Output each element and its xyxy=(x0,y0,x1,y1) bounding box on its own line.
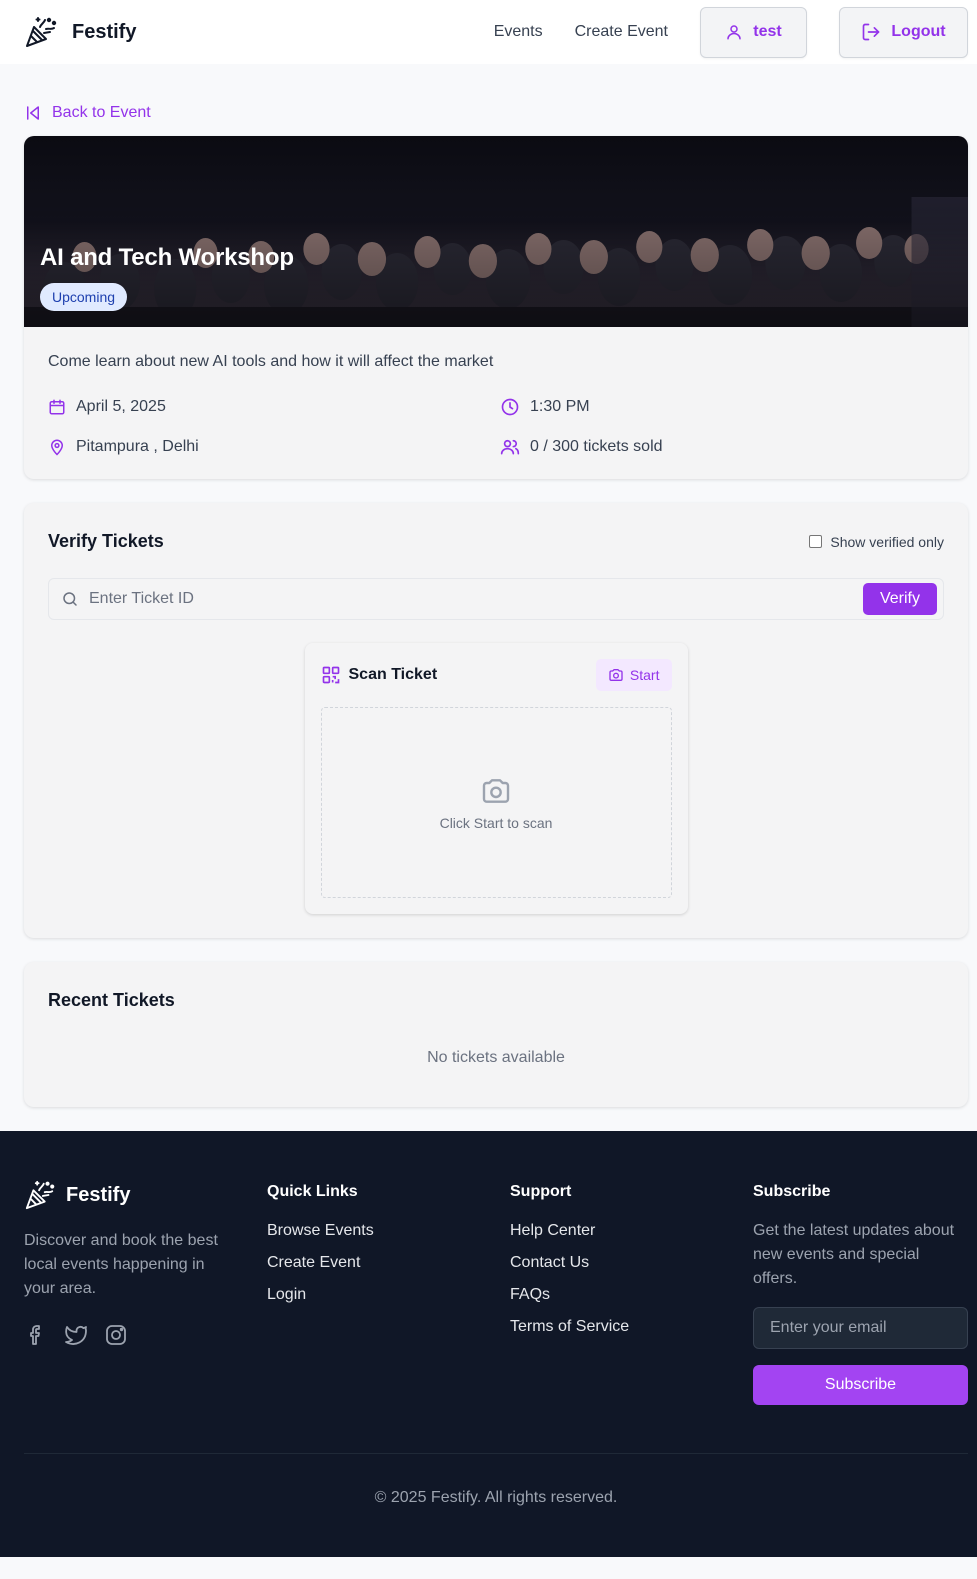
back-to-event-label: Back to Event xyxy=(52,104,151,121)
site-footer: Festify Discover and book the best local… xyxy=(0,1131,977,1557)
search-icon xyxy=(61,590,79,608)
event-time: 1:30 PM xyxy=(500,397,944,417)
event-info: Come learn about new AI tools and how it… xyxy=(24,327,968,479)
event-location: Pitampura , Delhi xyxy=(48,437,500,457)
logout-button[interactable]: Logout xyxy=(839,6,968,58)
party-popper-icon xyxy=(24,1179,56,1211)
event-tickets-sold: 0 / 300 tickets sold xyxy=(500,437,944,457)
camera-preview-area: Click Start to scan xyxy=(320,707,672,898)
footer-link-login[interactable]: Login xyxy=(267,1283,510,1307)
event-description: Come learn about new AI tools and how it… xyxy=(48,353,494,370)
ticket-id-search: Enter Ticket ID Verify xyxy=(48,578,944,620)
footer-link-help-center[interactable]: Help Center xyxy=(510,1219,753,1243)
event-details-card: AI and Tech Workshop Upcoming Come learn… xyxy=(24,136,968,479)
instagram-icon[interactable] xyxy=(104,1323,128,1347)
twitter-icon[interactable] xyxy=(64,1323,88,1347)
quick-links-list: Browse Events Create Event Login xyxy=(267,1219,510,1307)
users-icon xyxy=(500,437,520,457)
top-nav-bar: Festify Events Create Event test Logout xyxy=(0,0,977,64)
brand-name: Festify xyxy=(72,20,137,43)
recent-tickets-title: Recent Tickets xyxy=(48,990,175,1010)
verify-tickets-section: Verify Tickets Show verified only Enter … xyxy=(24,503,968,938)
nav-link-events[interactable]: Events xyxy=(494,23,543,41)
party-popper-icon xyxy=(24,15,58,49)
subscribe-description: Get the latest updates about new events … xyxy=(753,1222,955,1287)
event-date-text: April 5, 2025 xyxy=(76,398,166,415)
scan-ticket-header: Scan Ticket Start xyxy=(321,659,672,691)
scan-ticket-title: Scan Ticket xyxy=(348,666,438,683)
user-profile-button[interactable]: test xyxy=(700,6,807,58)
social-links xyxy=(24,1323,267,1347)
footer-link-create-event[interactable]: Create Event xyxy=(267,1251,510,1275)
start-scan-button[interactable]: Start xyxy=(595,659,672,691)
main-content: Back to Event AI and Tech Workshop Upcom… xyxy=(0,64,977,1107)
ticket-id-input[interactable]: Enter Ticket ID xyxy=(89,590,863,608)
quick-links-title: Quick Links xyxy=(267,1183,358,1200)
footer-columns: Festify Discover and book the best local… xyxy=(24,1179,968,1405)
footer-support: Support Help Center Contact Us FAQs Term… xyxy=(510,1179,753,1405)
facebook-icon[interactable] xyxy=(24,1323,48,1347)
event-date: April 5, 2025 xyxy=(48,397,500,417)
support-links-list: Help Center Contact Us FAQs Terms of Ser… xyxy=(510,1219,753,1339)
footer-about: Festify Discover and book the best local… xyxy=(24,1179,267,1405)
event-hero-image: AI and Tech Workshop Upcoming xyxy=(24,136,968,327)
nav-link-create-event[interactable]: Create Event xyxy=(575,23,668,41)
main-nav: Events Create Event test Logout xyxy=(494,6,968,58)
footer-link-terms-of-service[interactable]: Terms of Service xyxy=(510,1315,753,1339)
logout-icon xyxy=(861,22,881,42)
user-icon xyxy=(725,23,743,41)
event-title: AI and Tech Workshop xyxy=(40,244,294,271)
scan-ticket-card: Scan Ticket Start Click Start to scan xyxy=(304,643,688,914)
subscribe-button[interactable]: Subscribe xyxy=(753,1365,968,1405)
user-name-label: test xyxy=(753,23,782,40)
footer-brand-name: Festify xyxy=(66,1183,131,1206)
event-tickets-text: 0 / 300 tickets sold xyxy=(530,438,663,455)
footer-description: Discover and book the best local events … xyxy=(24,1232,218,1297)
logout-label: Logout xyxy=(891,23,946,40)
hero-overlay xyxy=(24,136,968,327)
footer-brand: Festify xyxy=(24,1179,267,1211)
footer-link-faqs[interactable]: FAQs xyxy=(510,1283,753,1307)
event-location-text: Pitampura , Delhi xyxy=(76,438,199,455)
show-verified-only-checkbox[interactable] xyxy=(809,535,823,548)
qr-code-icon xyxy=(321,665,341,685)
verify-button[interactable]: Verify xyxy=(863,583,937,615)
start-scan-label: Start xyxy=(629,667,660,683)
scan-hint-text: Click Start to scan xyxy=(439,814,553,831)
map-pin-icon xyxy=(48,438,66,456)
camera-icon xyxy=(608,667,624,683)
recent-tickets-empty-state: No tickets available xyxy=(427,1049,565,1066)
footer-quick-links: Quick Links Browse Events Create Event L… xyxy=(267,1179,510,1405)
calendar-icon xyxy=(48,398,66,416)
event-meta-grid: April 5, 2025 1:30 PM Pitampura , Delhi xyxy=(48,397,944,457)
footer-subscribe: Subscribe Get the latest updates about n… xyxy=(753,1179,968,1405)
subscribe-email-input[interactable]: Enter your email xyxy=(753,1307,968,1349)
copyright-text: © 2025 Festify. All rights reserved. xyxy=(374,1489,618,1506)
recent-tickets-section: Recent Tickets No tickets available xyxy=(24,962,968,1107)
footer-link-browse-events[interactable]: Browse Events xyxy=(267,1219,510,1243)
step-back-icon xyxy=(24,104,42,122)
support-title: Support xyxy=(510,1183,572,1200)
camera-placeholder-icon xyxy=(480,775,512,807)
footer-link-contact-us[interactable]: Contact Us xyxy=(510,1251,753,1275)
back-to-event-link[interactable]: Back to Event xyxy=(24,64,968,136)
show-verified-only-label: Show verified only xyxy=(830,533,944,550)
event-status-badge: Upcoming xyxy=(40,283,128,311)
brand-logo-link[interactable]: Festify xyxy=(24,15,136,49)
event-time-text: 1:30 PM xyxy=(530,398,590,415)
clock-icon xyxy=(500,397,520,417)
show-verified-only-toggle[interactable]: Show verified only xyxy=(809,534,944,550)
verify-tickets-title: Verify Tickets xyxy=(48,531,164,551)
subscribe-title: Subscribe xyxy=(753,1183,831,1200)
verify-tickets-header: Verify Tickets Show verified only xyxy=(48,531,944,552)
